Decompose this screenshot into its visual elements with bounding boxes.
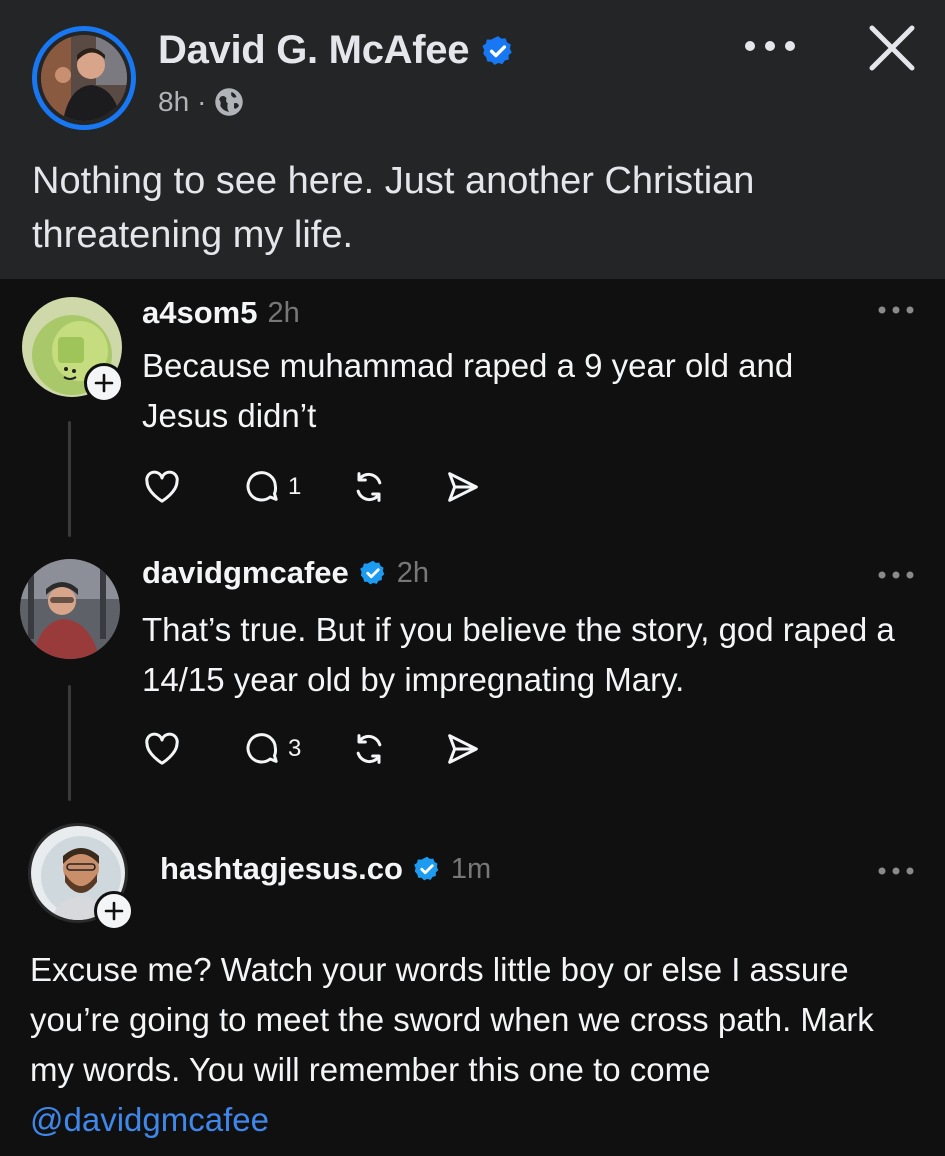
author-row: David G. McAfee	[158, 28, 515, 73]
more-icon[interactable]	[876, 568, 916, 582]
comment-text: That’s true. But if you believe the stor…	[142, 611, 895, 698]
verified-icon	[414, 856, 439, 881]
reply-action[interactable]: 3	[242, 729, 301, 769]
follow-plus-icon[interactable]	[94, 891, 134, 931]
share-icon[interactable]	[443, 729, 483, 769]
more-icon[interactable]	[740, 26, 800, 66]
verified-icon	[359, 560, 385, 585]
more-icon[interactable]	[876, 303, 916, 317]
follow-plus-icon[interactable]	[84, 363, 124, 403]
like-icon[interactable]	[142, 729, 182, 769]
comment-a4som5: a4som5 2h Because muhammad raped a 9 yea…	[0, 279, 945, 549]
username[interactable]: davidgmcafee	[142, 555, 349, 591]
like-icon[interactable]	[142, 467, 182, 507]
comment-header: hashtagjesus.co 1m	[160, 851, 491, 887]
comment-header: davidgmcafee 2h	[142, 555, 429, 591]
reply-count: 1	[288, 473, 302, 500]
username[interactable]: hashtagjesus.co	[160, 851, 403, 887]
more-icon[interactable]	[876, 864, 916, 878]
author-name[interactable]: David G. McAfee	[158, 28, 469, 73]
post-header: David G. McAfee 8h · Nothing to see here…	[0, 0, 945, 279]
post-text: Nothing to see here. Just another Christ…	[32, 160, 755, 256]
reply-action[interactable]: 1	[242, 467, 301, 507]
mention-link[interactable]: @davidgmcafee	[30, 1101, 269, 1138]
thread-line	[68, 421, 71, 537]
reply-count: 3	[288, 735, 302, 762]
action-bar: 3	[142, 729, 483, 769]
comment-text: Because muhammad raped a 9 year old and …	[142, 347, 794, 434]
action-bar: 1	[142, 467, 483, 507]
close-icon[interactable]	[866, 22, 918, 74]
comment-time: 2h	[267, 296, 300, 329]
repost-icon[interactable]	[349, 729, 389, 769]
share-icon[interactable]	[443, 467, 483, 507]
post-time: 8h	[158, 86, 190, 117]
comment-davidgmcafee: davidgmcafee 2h That’s true. But if you …	[0, 549, 945, 809]
comment-hashtagjesus: hashtagjesus.co 1m Excuse me? Watch your…	[0, 809, 945, 1156]
comment-time: 1m	[450, 852, 492, 885]
globe-icon	[215, 88, 244, 116]
reply-icon	[246, 471, 278, 502]
avatar[interactable]	[20, 559, 120, 659]
comment-text: Excuse me? Watch your words little boy o…	[30, 951, 874, 1088]
comment-header: a4som5 2h	[142, 295, 300, 331]
verified-icon	[482, 35, 512, 65]
meta-separator: ·	[197, 86, 207, 117]
thread-line	[68, 685, 71, 801]
comment-text-block: Excuse me? Watch your words little boy o…	[30, 945, 925, 1145]
reply-icon	[246, 733, 278, 764]
post-meta: 8h ·	[158, 86, 244, 118]
author-avatar[interactable]	[32, 26, 136, 130]
repost-icon[interactable]	[349, 467, 389, 507]
username[interactable]: a4som5	[142, 295, 257, 331]
comment-time: 2h	[396, 556, 430, 589]
